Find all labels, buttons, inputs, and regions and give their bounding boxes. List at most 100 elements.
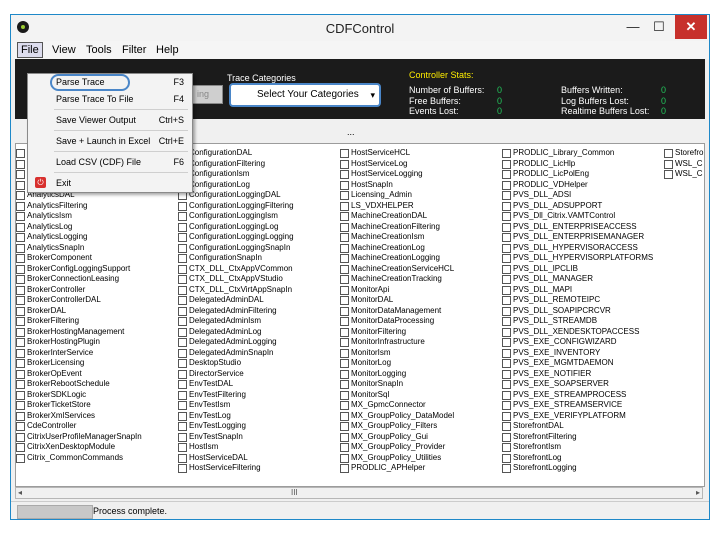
category-checkbox[interactable]: PRODLIC_VDHelper [502,180,653,191]
category-checkbox[interactable]: HostServiceFiltering [178,463,294,474]
category-checkbox[interactable]: WSL_C [664,159,703,170]
category-checkbox[interactable]: MonitorSql [340,390,454,401]
category-checkbox[interactable]: MachineCreationIsm [340,232,454,243]
category-checkbox[interactable]: PVS_EXE_SOAPSERVER [502,379,653,390]
category-checkbox[interactable]: BrokerHostingPlugin [16,337,142,348]
category-checkbox[interactable]: BrokerTicketStore [16,400,142,411]
category-checkbox[interactable]: ConfigurationLoggingDAL [178,190,294,201]
category-checkbox[interactable]: PVS_DLL_ADSUPPORT [502,201,653,212]
category-checkbox[interactable]: ConfigurationSnapIn [178,253,294,264]
category-checkbox[interactable]: CTX_DLL_CtxVirtAppSnapIn [178,285,294,296]
category-checkbox[interactable]: MonitorFiltering [340,327,454,338]
category-checkbox[interactable]: MachineCreationDAL [340,211,454,222]
category-checkbox[interactable]: AnalyticsIsm [16,211,142,222]
menu-item-parse-trace[interactable]: Parse Trace F3 [28,74,192,91]
category-checkbox[interactable]: BrokerController [16,285,142,296]
category-checkbox[interactable]: StorefrontFiltering [502,432,653,443]
category-checkbox[interactable]: AnalyticsLog [16,222,142,233]
category-checkbox[interactable]: PVS_EXE_STREAMPROCESS [502,390,653,401]
category-checkbox[interactable]: BrokerHostingManagement [16,327,142,338]
category-checkbox[interactable]: BrokerRebootSchedule [16,379,142,390]
category-checkbox[interactable]: PVS_EXE_VERIFYPLATFORM [502,411,653,422]
menu-item-save-viewer-output[interactable]: Save Viewer Output Ctrl+S [28,112,192,128]
category-checkbox[interactable]: PVS_DLL_ENTERPRISEMANAGER [502,232,653,243]
category-checkbox[interactable]: HostServiceLogging [340,169,454,180]
minimize-button[interactable]: — [619,15,647,39]
category-checkbox[interactable]: AnalyticsFiltering [16,201,142,212]
category-checkbox[interactable]: BrokerDAL [16,306,142,317]
category-checkbox[interactable]: StorefrontLogging [502,463,653,474]
category-checkbox[interactable]: ConfigurationLoggingLogging [178,232,294,243]
category-checkbox[interactable]: WSL_C [664,169,703,180]
category-checkbox[interactable]: PVS_EXE_MGMTDAEMON [502,358,653,369]
category-checkbox[interactable]: Licensing_Admin [340,190,454,201]
close-button[interactable]: ✕ [675,15,707,39]
category-checkbox[interactable]: MonitorLogging [340,369,454,380]
category-checkbox[interactable]: ConfigurationLoggingIsm [178,211,294,222]
category-checkbox[interactable]: CdeController [16,421,142,432]
category-checkbox[interactable]: HostServiceHCL [340,148,454,159]
category-checkbox[interactable]: MachineCreationTracking [340,274,454,285]
category-checkbox[interactable]: HostServiceLog [340,159,454,170]
menu-item-exit[interactable]: ⏻ Exit [28,175,192,191]
category-checkbox[interactable]: ConfigurationLoggingLog [178,222,294,233]
maximize-button[interactable]: ☐ [645,15,673,39]
category-checkbox[interactable]: ConfigurationIsm [178,169,294,180]
horizontal-scrollbar[interactable]: ◂ III ▸ [15,487,703,499]
menu-help[interactable]: Help [153,43,182,57]
category-checkbox[interactable]: PRODLIC_LicPolEng [502,169,653,180]
category-checkbox[interactable]: ConfigurationLog [178,180,294,191]
category-checkbox[interactable]: MonitorDataManagement [340,306,454,317]
category-checkbox[interactable]: EnvTestFiltering [178,390,294,401]
title-bar[interactable]: CDFControl — ☐ ✕ [11,15,709,41]
category-checkbox[interactable]: StorefrontIsm [502,442,653,453]
category-checkbox[interactable]: MX_GroupPolicy_Filters [340,421,454,432]
category-checkbox[interactable]: PVS_DLL_MAPI [502,285,653,296]
category-checkbox[interactable]: BrokerFiltering [16,316,142,327]
category-checkbox[interactable]: PVS_DLL_XENDESKTOPACCESS [502,327,653,338]
category-checkbox[interactable]: PVS_EXE_STREAMSERVICE [502,400,653,411]
category-checkbox[interactable]: MX_GroupPolicy_Gui [340,432,454,443]
category-checkbox[interactable]: BrokerConnectionLeasing [16,274,142,285]
category-checkbox[interactable]: MonitorDataProcessing [340,316,454,327]
category-checkbox[interactable]: MonitorIsm [340,348,454,359]
category-checkbox[interactable]: PRODLIC_LicHlp [502,159,653,170]
menu-view[interactable]: View [49,43,79,57]
ellipsis-button[interactable]: ... [347,127,355,137]
category-checkbox[interactable]: DelegatedAdminSnapIn [178,348,294,359]
category-checkbox[interactable]: MachineCreationLogging [340,253,454,264]
scroll-left-icon[interactable]: ◂ [18,488,22,498]
category-checkbox[interactable]: PVS_DLL_HYPERVISORPLATFORMS [502,253,653,264]
menu-item-save-launch-excel[interactable]: Save + Launch in Excel Ctrl+E [28,133,192,149]
category-checkbox[interactable]: CTX_DLL_CtxAppVStudio [178,274,294,285]
category-checkbox[interactable]: BrokerLicensing [16,358,142,369]
category-checkbox[interactable]: DelegatedAdminFiltering [178,306,294,317]
category-checkbox[interactable]: MachineCreationFiltering [340,222,454,233]
category-checkbox[interactable]: BrokerInterService [16,348,142,359]
category-checkbox[interactable]: BrokerComponent [16,253,142,264]
category-checkbox[interactable]: PRODLIC_APHelper [340,463,454,474]
category-checkbox[interactable]: MX_GroupPolicy_DataModel [340,411,454,422]
category-checkbox[interactable]: BrokerXmlServices [16,411,142,422]
category-checkbox[interactable]: PVS_DLL_REMOTEIPC [502,295,653,306]
category-checkbox[interactable]: EnvTestLog [178,411,294,422]
category-checkbox[interactable]: PVS_Dll_Citrix.VAMTControl [502,211,653,222]
scroll-right-icon[interactable]: ▸ [696,488,700,498]
category-checkbox[interactable]: HostServiceDAL [178,453,294,464]
category-checkbox[interactable]: CitrixUserProfileManagerSnapIn [16,432,142,443]
category-checkbox[interactable]: ConfigurationLoggingFiltering [178,201,294,212]
menu-item-parse-trace-to-file[interactable]: Parse Trace To File F4 [28,91,192,107]
category-checkbox[interactable]: ConfigurationDAL [178,148,294,159]
category-checkbox[interactable]: ConfigurationLoggingSnapIn [178,243,294,254]
category-checkbox[interactable]: BrokerSDKLogic [16,390,142,401]
category-checkbox[interactable]: MachineCreationLog [340,243,454,254]
category-checkbox[interactable]: DelegatedAdminDAL [178,295,294,306]
category-checkbox[interactable]: MX_GroupPolicy_Provider [340,442,454,453]
category-checkbox[interactable]: PVS_DLL_STREAMDB [502,316,653,327]
category-checkbox[interactable]: MonitorInfrastructure [340,337,454,348]
category-checkbox[interactable]: PVS_EXE_INVENTORY [502,348,653,359]
category-checkbox[interactable]: CitrixXenDesktopModule [16,442,142,453]
category-checkbox[interactable]: MonitorLog [340,358,454,369]
category-checkbox[interactable]: MX_GpmcConnector [340,400,454,411]
category-checkbox[interactable]: ConfigurationFiltering [178,159,294,170]
